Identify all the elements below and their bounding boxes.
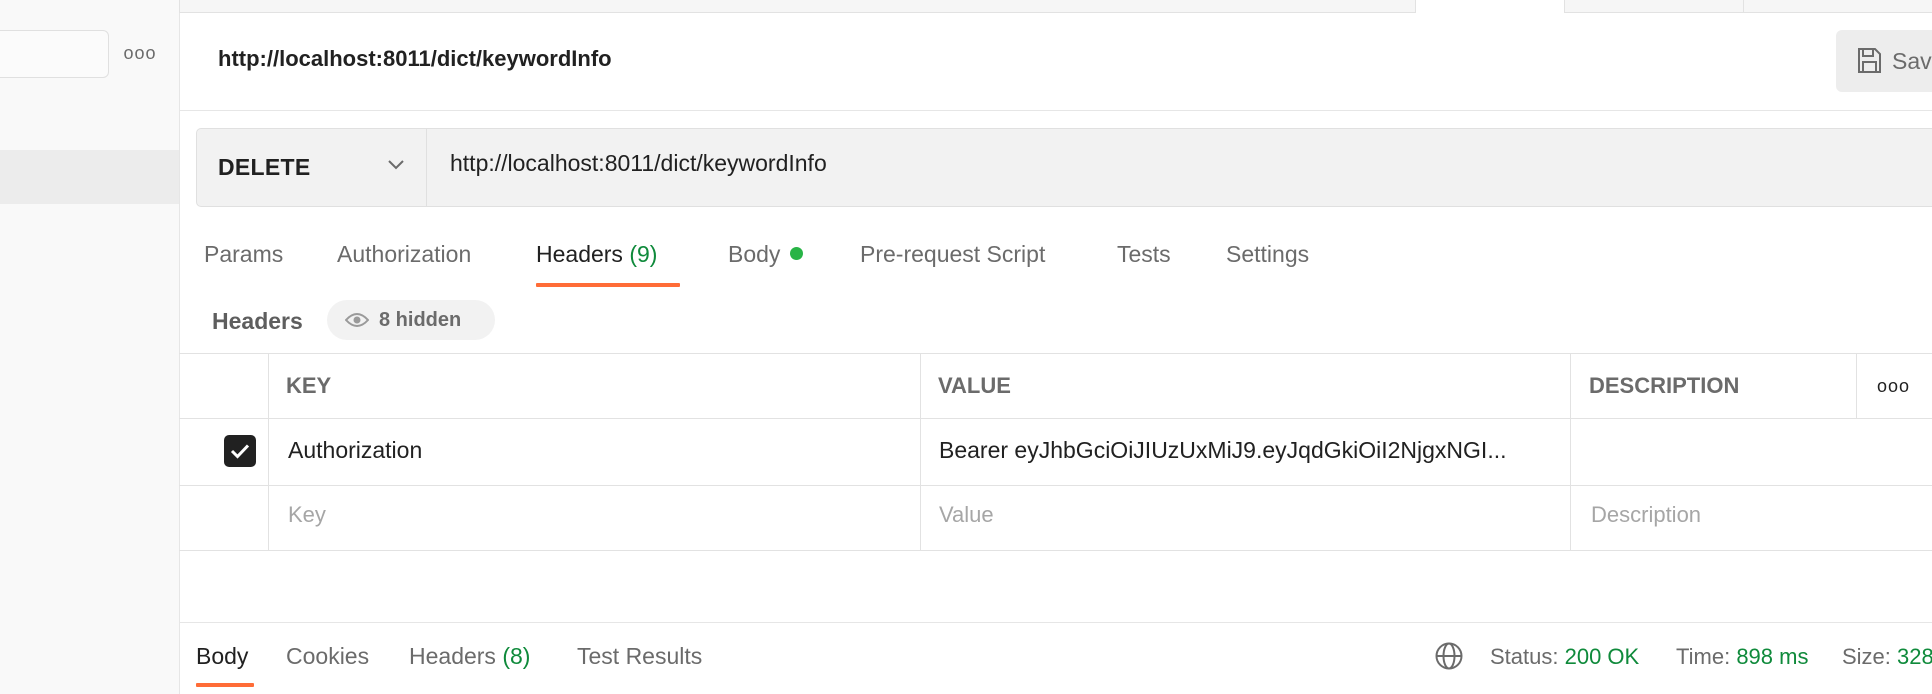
chevron-down-icon [388, 160, 404, 170]
section-title: Headers [212, 308, 303, 334]
hidden-headers-toggle[interactable]: 8 hidden [327, 300, 495, 340]
tab-label: Authorization [337, 241, 472, 267]
response-tab-headers[interactable]: Headers (8) [409, 643, 530, 670]
response-tab-cookies[interactable]: Cookies [286, 643, 369, 670]
tab-label: Headers [409, 643, 496, 669]
row-checkbox[interactable] [224, 435, 256, 467]
status-value: 200 OK [1564, 644, 1640, 669]
table-border [1856, 353, 1857, 419]
active-tab-indicator [536, 283, 680, 287]
description-input[interactable]: Description [1591, 502, 1701, 528]
sidebar-search-input[interactable] [0, 30, 109, 78]
tab-pre-request-script[interactable]: Pre-request Script [860, 241, 1045, 268]
size-label: Size: [1842, 644, 1891, 669]
response-status[interactable]: Status: 200 OK [1490, 644, 1639, 670]
table-border [268, 353, 269, 550]
sidebar-item-selected[interactable] [0, 150, 179, 204]
table-border [920, 353, 921, 550]
response-tab-body[interactable]: Body [196, 643, 248, 670]
request-tab[interactable] [1564, 0, 1743, 13]
tab-body[interactable]: Body [728, 241, 804, 268]
tab-count: (8) [502, 643, 531, 669]
tab-label: Params [204, 241, 284, 267]
response-time[interactable]: Time: 898 ms [1676, 644, 1808, 670]
tab-label: Settings [1226, 241, 1310, 267]
tab-settings[interactable]: Settings [1226, 241, 1309, 268]
tab-tests[interactable]: Tests [1117, 241, 1171, 268]
save-button-label: Sav [1892, 47, 1932, 74]
tab-label: Test Results [577, 643, 703, 669]
table-border [179, 418, 1932, 419]
size-value: 328 [1897, 644, 1932, 669]
response-tab-test-results[interactable]: Test Results [577, 643, 702, 670]
table-border [179, 353, 1932, 354]
time-label: Time: [1676, 644, 1731, 669]
time-value: 898 ms [1736, 644, 1809, 669]
divider [426, 129, 427, 206]
request-tab-active[interactable] [1415, 0, 1565, 13]
active-tab-indicator [196, 683, 254, 687]
url-input[interactable]: http://localhost:8011/dict/keywordInfo [450, 150, 827, 177]
method-select[interactable]: DELETE [197, 129, 427, 206]
request-title[interactable]: http://localhost:8011/dict/keywordInfo [218, 46, 612, 72]
save-icon [1858, 48, 1881, 73]
header-key-cell[interactable]: Authorization [288, 437, 422, 464]
tab-label: Cookies [286, 643, 370, 669]
request-tab[interactable] [1743, 0, 1932, 13]
checkmark-icon [230, 444, 250, 459]
column-header-value: VALUE [938, 373, 1011, 398]
tab-count: (9) [629, 241, 658, 267]
request-tab[interactable] [179, 0, 1416, 13]
status-dot-icon [790, 247, 804, 260]
method-label: DELETE [218, 154, 311, 180]
request-tab-strip [179, 0, 1932, 13]
hidden-count-label: 8 hidden [379, 308, 462, 331]
response-size[interactable]: Size: 328 [1842, 644, 1932, 670]
divider [179, 622, 1932, 623]
tab-authorization[interactable]: Authorization [337, 241, 471, 268]
divider [179, 110, 1932, 111]
tab-label: Tests [1117, 241, 1171, 267]
globe-icon[interactable] [1434, 641, 1464, 671]
save-button[interactable]: Sav [1836, 30, 1932, 92]
value-input[interactable]: Value [939, 502, 994, 528]
table-border [179, 550, 1932, 551]
table-border [1570, 353, 1571, 550]
more-horizontal-icon[interactable]: ooo [123, 40, 156, 66]
tab-headers[interactable]: Headers (9) [536, 241, 657, 268]
tab-label: Body [728, 241, 781, 267]
column-header-key: KEY [286, 373, 332, 398]
tab-label: Body [196, 643, 249, 669]
tab-label: Headers [536, 241, 623, 267]
eye-icon [345, 313, 369, 327]
status-label: Status: [1490, 644, 1559, 669]
tab-params[interactable]: Params [204, 241, 283, 268]
header-value-cell[interactable]: Bearer eyJhbGciOiJIUzUxMiJ9.eyJqdGkiOiI2… [939, 437, 1507, 464]
column-header-description: DESCRIPTION [1589, 373, 1740, 398]
sidebar [0, 0, 180, 694]
more-horizontal-icon[interactable]: ooo [1877, 376, 1910, 397]
tab-label: Pre-request Script [860, 241, 1046, 267]
table-border [179, 485, 1932, 486]
key-input[interactable]: Key [288, 502, 326, 528]
